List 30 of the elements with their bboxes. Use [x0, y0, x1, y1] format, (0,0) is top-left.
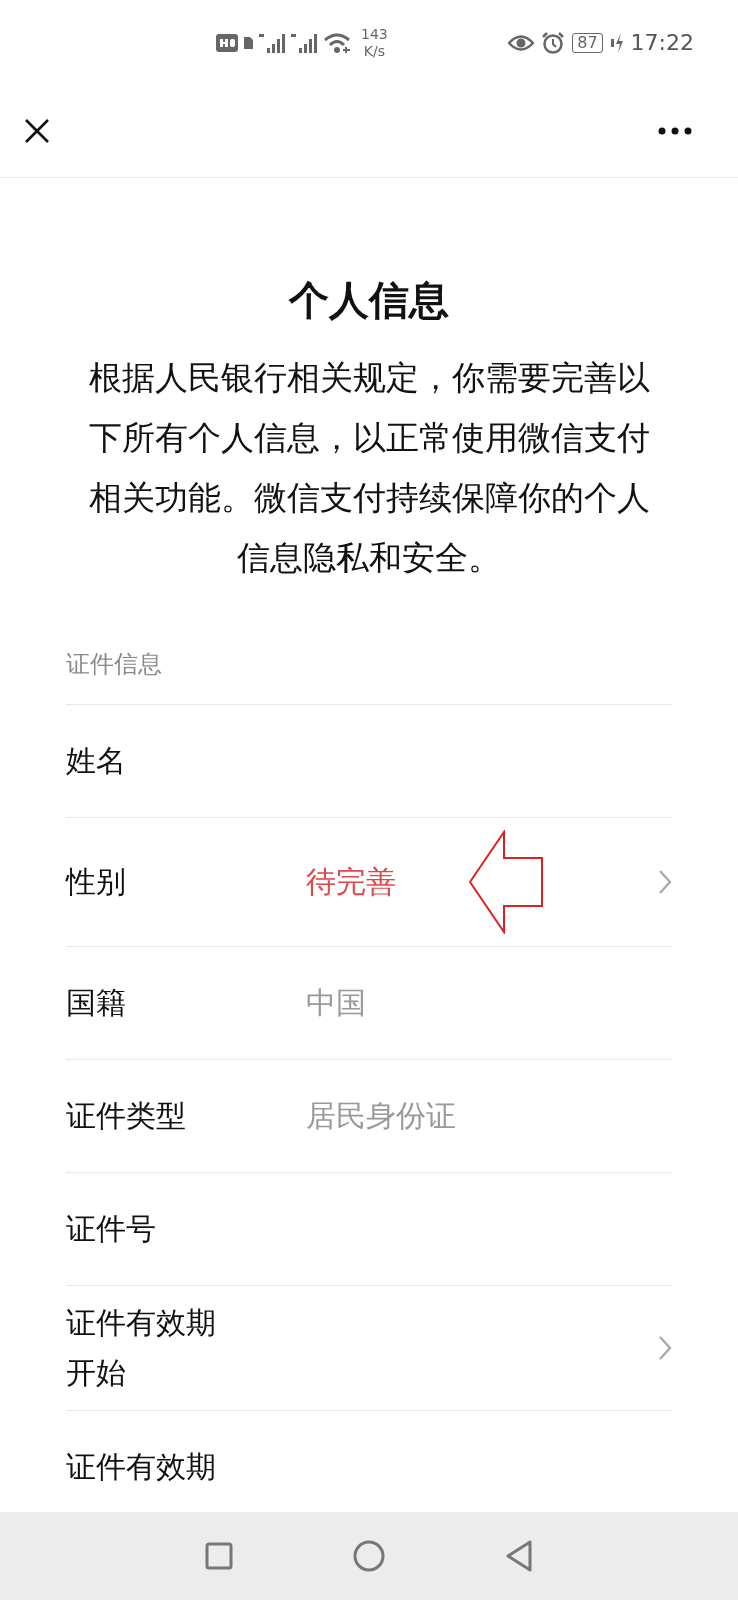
- field-label: 性别: [66, 863, 127, 901]
- charging-icon: [610, 31, 623, 54]
- recent-apps-icon[interactable]: [205, 1542, 233, 1570]
- pending-status: 待完善: [306, 862, 396, 901]
- clock-time: 17:22: [630, 30, 694, 55]
- section-label: 证件信息: [66, 644, 672, 705]
- page-title: 个人信息: [287, 276, 450, 325]
- battery-level: 87: [572, 32, 603, 53]
- more-icon[interactable]: [658, 127, 692, 135]
- sim-icon: [244, 36, 253, 49]
- hd-icon: [216, 33, 238, 52]
- field-label: 证件有效期开始: [66, 1304, 217, 1392]
- intro-text: 根据人民银行相关规定，你需要完善以下所有个人信息，以正常使用微信支付相关功能。微信支付持续保障你的个人信息隐私和安全。: [87, 357, 651, 579]
- signal-icon: [259, 31, 285, 54]
- field-label: 证件有效期: [66, 1448, 217, 1486]
- field-label: 证件号: [66, 1210, 157, 1248]
- field-value: 居民身份证: [306, 1096, 456, 1135]
- home-icon[interactable]: [353, 1540, 385, 1572]
- network-speed: 143: [361, 25, 388, 43]
- signal-icon: [291, 31, 317, 54]
- speed-unit: K/s: [363, 42, 385, 60]
- field-label: 姓名: [66, 742, 127, 780]
- wifi-icon: [323, 31, 351, 54]
- eye-icon: [508, 33, 535, 52]
- field-label: 国籍: [66, 984, 127, 1022]
- back-icon[interactable]: [505, 1540, 533, 1572]
- alarm-clock-icon: [542, 31, 565, 54]
- field-value: 中国: [306, 983, 366, 1022]
- field-label: 证件类型: [66, 1097, 187, 1135]
- close-icon[interactable]: [24, 118, 50, 144]
